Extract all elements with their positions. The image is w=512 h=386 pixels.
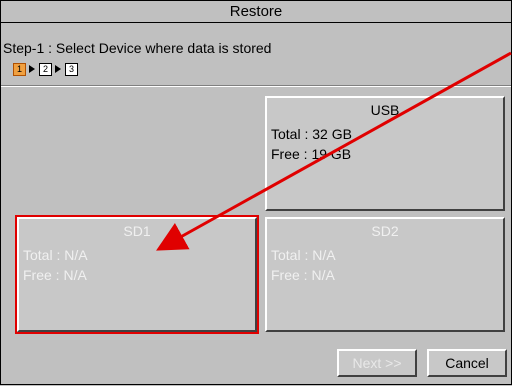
device-usb-free: Free : 19 GB (271, 146, 352, 162)
step-instruction: Step-1 : Select Device where data is sto… (3, 40, 272, 56)
dialog-title: Restore (1, 1, 511, 23)
cancel-button[interactable]: Cancel (427, 349, 507, 377)
device-usb-button[interactable]: USB Total : 32 GB Free : 19 GB (265, 96, 505, 211)
device-sd1-total: Total : N/A (23, 247, 88, 263)
device-sd1-name: SD1 (123, 223, 151, 239)
device-sd1-button[interactable]: SD1 Total : N/A Free : N/A (15, 215, 259, 334)
device-sd1-free: Free : N/A (23, 267, 87, 283)
step-1-label: 1 (16, 64, 22, 74)
step-2-label: 2 (42, 64, 48, 74)
device-usb-name: USB (370, 102, 400, 118)
step-2-indicator: 2 (39, 63, 52, 76)
restore-dialog: Restore Step-1 : Select Device where dat… (0, 0, 512, 385)
step-arrow-icon (29, 65, 35, 73)
step-3-indicator: 3 (65, 63, 78, 76)
header-divider (1, 85, 511, 87)
step-arrow-icon (55, 65, 61, 73)
device-usb-total: Total : 32 GB (271, 126, 352, 142)
device-sd2-total: Total : N/A (271, 247, 336, 263)
device-sd2-free: Free : N/A (271, 267, 335, 283)
device-sd2-name: SD2 (371, 223, 399, 239)
device-sd2-button[interactable]: SD2 Total : N/A Free : N/A (265, 217, 505, 332)
next-button[interactable]: Next >> (337, 349, 417, 377)
step-1-indicator: 1 (13, 63, 26, 76)
step-3-label: 3 (68, 64, 74, 74)
